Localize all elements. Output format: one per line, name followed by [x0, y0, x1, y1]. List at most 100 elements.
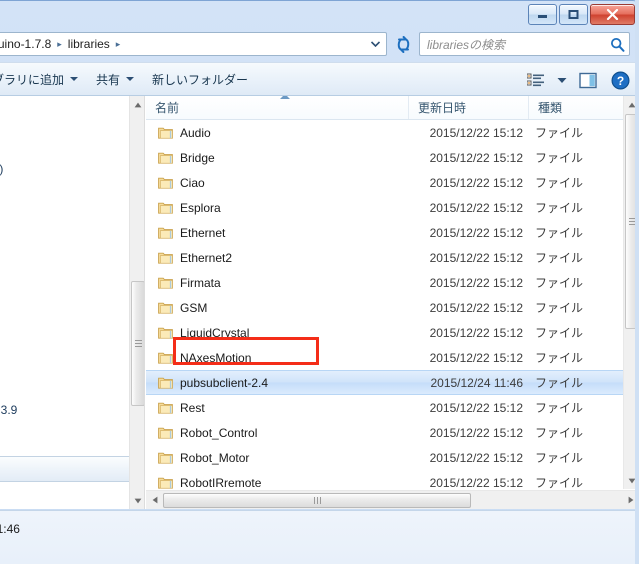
file-type-cell: ファイル	[535, 226, 584, 240]
list-scroll-left-button[interactable]	[146, 492, 163, 509]
toolbar-new-folder-label: 新しいフォルダー	[152, 72, 249, 87]
svg-text:?: ?	[616, 74, 623, 88]
minimize-button[interactable]	[528, 4, 557, 25]
file-type-cell: ファイル	[535, 476, 584, 490]
file-name-label: Audio	[180, 125, 211, 140]
column-header-name[interactable]: 名前	[146, 96, 409, 119]
search-box[interactable]: librariesの検索	[419, 32, 630, 56]
file-date-cell: 2015/12/22 15:12	[429, 200, 523, 215]
file-date-cell: 2015/12/24 11:46	[430, 375, 523, 390]
desktop-background-sliver	[635, 0, 639, 564]
file-name-label: LiquidCrystal	[180, 325, 250, 340]
nav-fragment-2[interactable]: n-3.3.9	[0, 403, 17, 417]
nav-pane-button[interactable]	[0, 456, 144, 482]
file-rows: Audio 2015/12/22 15:12 ファイル Bridge 2015/12/2…	[146, 120, 623, 509]
title-bar	[0, 1, 639, 29]
file-name-cell[interactable]: RobotIRremote	[146, 476, 409, 490]
file-name-label: Ethernet	[180, 225, 226, 240]
breadcrumb-separator-2[interactable]: ▸	[114, 39, 123, 49]
table-row[interactable]: Ethernet2 2015/12/22 15:12 ファイル	[146, 245, 623, 270]
close-button[interactable]	[590, 4, 635, 25]
file-date-cell: 2015/12/22 15:12	[429, 350, 523, 365]
file-name-cell[interactable]: Ethernet	[146, 226, 409, 240]
file-date-cell: 2015/12/22 15:12	[429, 225, 523, 240]
file-name-cell[interactable]: Ethernet2	[146, 251, 409, 265]
folder-icon	[158, 402, 173, 414]
breadcrumb-separator-1[interactable]: ▸	[55, 39, 64, 49]
folder-icon	[158, 377, 173, 389]
folder-icon	[158, 327, 173, 339]
column-header-type[interactable]: 種類	[529, 96, 623, 119]
breadcrumb-dropdown-button[interactable]	[366, 33, 384, 55]
table-row[interactable]: NAxesMotion 2015/12/22 15:12 ファイル	[146, 345, 623, 370]
folder-icon	[158, 127, 173, 139]
file-list-horizontal-scrollbar[interactable]	[146, 490, 639, 509]
file-name-label: Esplora	[180, 200, 221, 215]
file-name-cell[interactable]: GSM	[146, 301, 409, 315]
nav-pane-scrollbar[interactable]	[129, 96, 144, 509]
view-options-dropdown[interactable]	[554, 67, 570, 93]
breadcrumb[interactable]: ▸ arduino-1.7.8 ▸ libraries ▸	[0, 32, 387, 56]
file-name-cell[interactable]: LiquidCrystal	[146, 326, 409, 340]
file-name-cell[interactable]: Firmata	[146, 276, 409, 290]
table-row[interactable]: Bridge 2015/12/22 15:12 ファイル	[146, 145, 623, 170]
file-name-cell[interactable]: Audio	[146, 126, 409, 140]
help-button[interactable]: ?	[606, 67, 634, 93]
view-options-button[interactable]	[522, 67, 550, 93]
file-name-cell[interactable]: Esplora	[146, 201, 409, 215]
file-type-cell: ファイル	[535, 426, 584, 440]
nav-scroll-up-button[interactable]	[130, 96, 144, 113]
toolbar-share[interactable]: 共有	[87, 67, 143, 92]
content-area: x86) 9.6 n-3.3.9 /	[0, 96, 639, 509]
file-date-cell: 2015/12/22 15:12	[429, 250, 523, 265]
folder-icon	[158, 152, 173, 164]
file-name-cell[interactable]: Rest	[146, 401, 409, 415]
breadcrumb-item-arduino[interactable]: arduino-1.7.8	[0, 35, 55, 53]
file-name-cell[interactable]: Robot_Motor	[146, 451, 409, 465]
table-row[interactable]: Rest 2015/12/22 15:12 ファイル	[146, 395, 623, 420]
window-controls	[528, 4, 635, 25]
file-name-cell[interactable]: pubsubclient-2.4	[146, 376, 409, 390]
file-name-cell[interactable]: Ciao	[146, 176, 409, 190]
nav-fragment-0[interactable]: x86)	[0, 162, 3, 176]
nav-scroll-thumb[interactable]	[131, 281, 144, 406]
file-name-label: GSM	[180, 300, 208, 315]
file-name-label: Rest	[180, 400, 205, 415]
table-row[interactable]: Audio 2015/12/22 15:12 ファイル	[146, 120, 623, 145]
file-date-cell: 2015/12/22 15:12	[429, 450, 523, 465]
table-row[interactable]: pubsubclient-2.4 2015/12/24 11:46 ファイル	[146, 370, 623, 395]
search-input[interactable]: librariesの検索	[420, 36, 605, 53]
file-name-label: Ciao	[180, 175, 205, 190]
explorer-window: ▸ arduino-1.7.8 ▸ libraries ▸ librariesの…	[0, 0, 639, 564]
table-row[interactable]: Robot_Motor 2015/12/22 15:12 ファイル	[146, 445, 623, 470]
refresh-icon	[397, 35, 409, 53]
file-list-pane[interactable]: 名前 更新日時 種類 Audio 2015/12/22 15:12 ファイル Brid…	[146, 96, 639, 509]
file-name-cell[interactable]: NAxesMotion	[146, 351, 409, 365]
table-row[interactable]: Robot_Control 2015/12/22 15:12 ファイル	[146, 420, 623, 445]
maximize-button[interactable]	[559, 4, 588, 25]
toolbar-add-to-library[interactable]: ライブラリに追加	[0, 67, 87, 92]
chevron-down-icon	[557, 77, 567, 83]
table-row[interactable]: Ethernet 2015/12/22 15:12 ファイル	[146, 220, 623, 245]
table-row[interactable]: GSM 2015/12/22 15:12 ファイル	[146, 295, 623, 320]
preview-pane-button[interactable]	[574, 67, 602, 93]
navigation-pane[interactable]: x86) 9.6 n-3.3.9 /	[0, 96, 145, 509]
list-hscroll-thumb[interactable]	[163, 492, 471, 508]
toolbar-right-group: ?	[522, 63, 634, 97]
file-name-cell[interactable]: Robot_Control	[146, 426, 409, 440]
nav-scroll-down-button[interactable]	[130, 492, 144, 509]
refresh-button[interactable]	[391, 32, 415, 56]
column-header-date[interactable]: 更新日時	[409, 96, 529, 119]
chevron-down-icon	[370, 41, 380, 47]
table-row[interactable]: Ciao 2015/12/22 15:12 ファイル	[146, 170, 623, 195]
toolbar-new-folder[interactable]: 新しいフォルダー	[143, 67, 257, 92]
sort-ascending-icon	[280, 96, 290, 99]
table-row[interactable]: Firmata 2015/12/22 15:12 ファイル	[146, 270, 623, 295]
breadcrumb-item-libraries[interactable]: libraries	[64, 35, 114, 53]
table-row[interactable]: LiquidCrystal 2015/12/22 15:12 ファイル	[146, 320, 623, 345]
file-type-cell: ファイル	[535, 151, 584, 165]
file-date-cell: 2015/12/22 15:12	[429, 300, 523, 315]
table-row[interactable]: Esplora 2015/12/22 15:12 ファイル	[146, 195, 623, 220]
file-name-label: Robot_Motor	[180, 450, 250, 465]
file-name-cell[interactable]: Bridge	[146, 151, 409, 165]
